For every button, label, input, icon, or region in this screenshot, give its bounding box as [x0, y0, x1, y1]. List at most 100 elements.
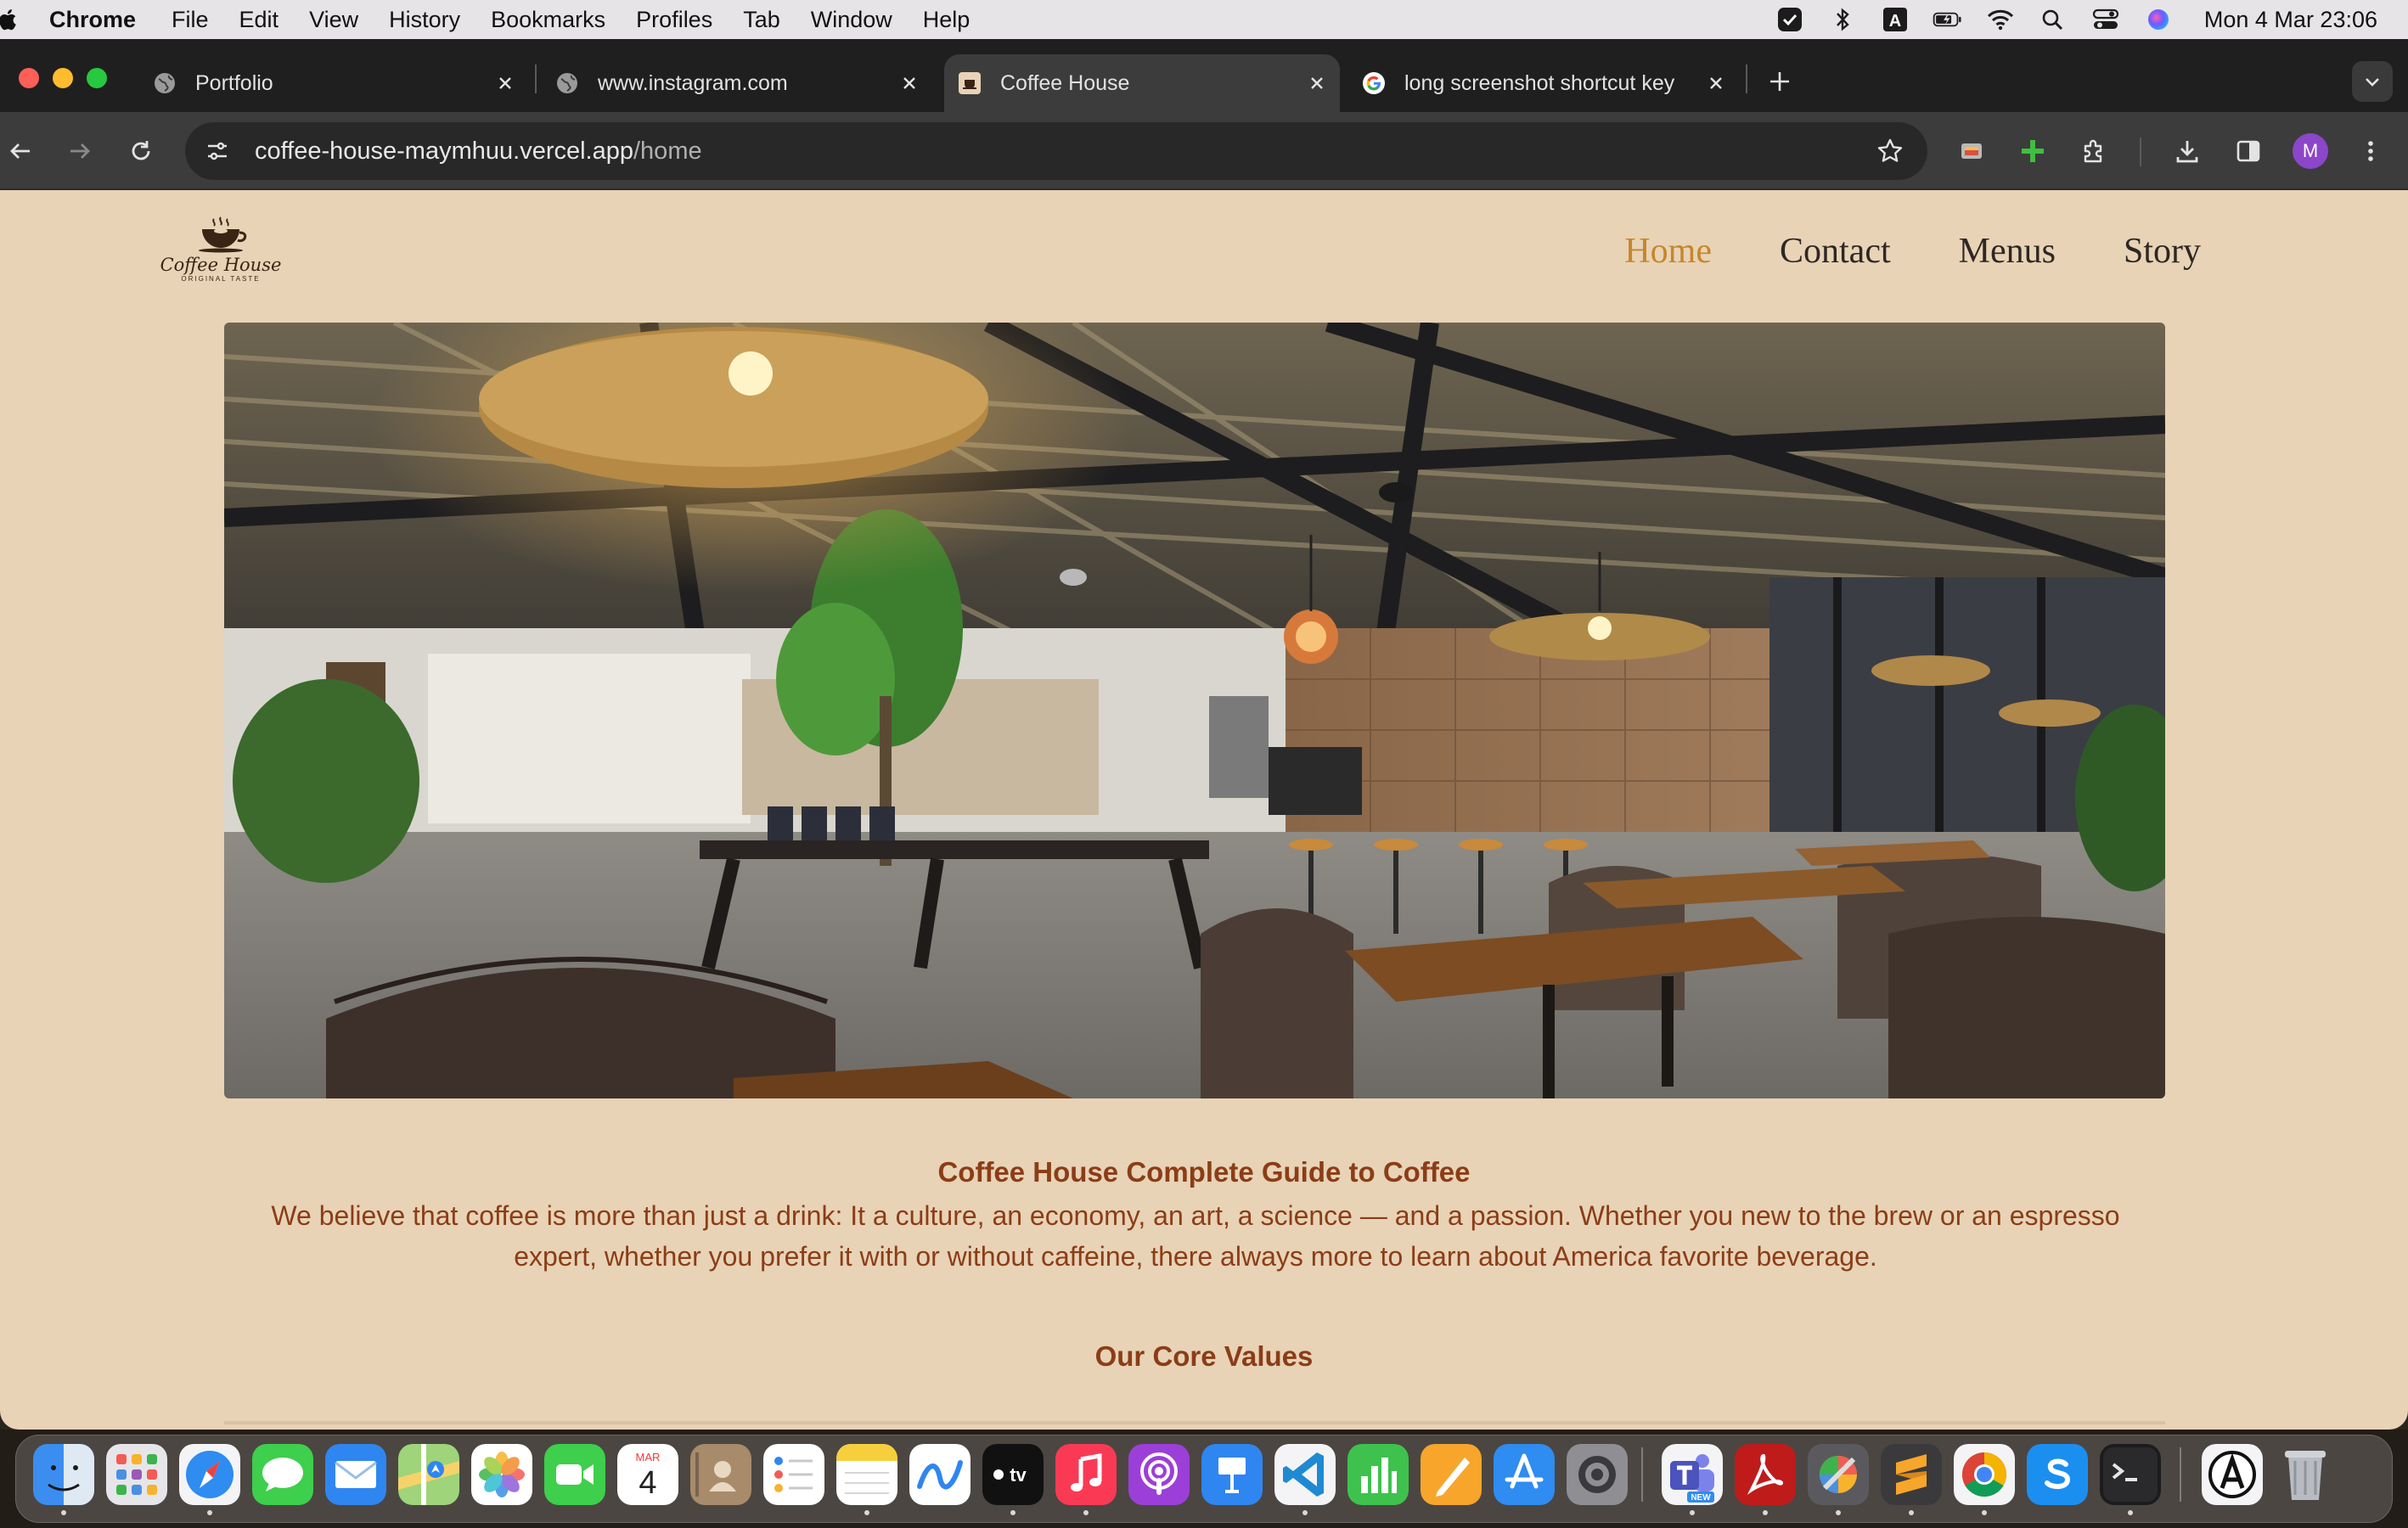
profile-avatar-button[interactable]: M: [2293, 133, 2328, 169]
coffee-shop-interior-photo: [224, 323, 2165, 1098]
dock-keynote[interactable]: [1201, 1444, 1263, 1505]
control-center-icon[interactable]: [2090, 6, 2121, 33]
dock-numbers[interactable]: [1347, 1444, 1409, 1505]
wifi-icon[interactable]: [1985, 6, 2016, 33]
address-bar[interactable]: coffee-house-maymhuu.vercel.app/home: [185, 122, 1927, 180]
tab-close-icon[interactable]: [492, 70, 518, 96]
dock-facetime[interactable]: [544, 1444, 605, 1505]
dock-contacts[interactable]: [690, 1444, 751, 1505]
dock-photos[interactable]: [471, 1444, 532, 1505]
dock-maps[interactable]: [398, 1444, 459, 1505]
control-center-check-icon[interactable]: [1775, 6, 1805, 33]
minimize-window-button[interactable]: [53, 68, 73, 88]
dock-reminders[interactable]: [763, 1444, 824, 1505]
dock-finder[interactable]: [33, 1444, 94, 1505]
url-host: coffee-house-maymhuu.vercel.app: [255, 137, 633, 165]
dock-acrobat[interactable]: [1735, 1444, 1796, 1505]
dock-terminal[interactable]: [2100, 1444, 2161, 1505]
tab-instagram[interactable]: www.instagram.com: [555, 54, 922, 112]
apple-menu-icon[interactable]: [0, 0, 17, 39]
running-indicator: [1302, 1510, 1308, 1515]
input-source-icon[interactable]: A: [1880, 6, 1910, 33]
dock-podcasts[interactable]: [1128, 1444, 1190, 1505]
menu-bar: Chrome File Edit View History Bookmarks …: [0, 0, 2408, 39]
tab-close-icon[interactable]: [897, 70, 922, 96]
dock-mail[interactable]: [325, 1444, 386, 1505]
dock-calendar[interactable]: MAR 4: [617, 1444, 678, 1505]
tab-portfolio[interactable]: Portfolio: [153, 54, 518, 112]
nav-home[interactable]: Home: [1624, 231, 1712, 272]
menu-file[interactable]: File: [172, 7, 209, 33]
dock: MAR 4 tv NEW: [15, 1435, 2393, 1523]
back-arrow-icon: [10, 143, 30, 159]
side-panel-button[interactable]: [2230, 132, 2267, 170]
extensions-button[interactable]: [2075, 132, 2113, 170]
dock-chrome[interactable]: [1954, 1444, 2015, 1505]
url-path: /home: [633, 137, 702, 165]
siri-icon[interactable]: [2143, 6, 2174, 33]
logo-wordmark: Coffee House: [160, 255, 282, 275]
dock-notes[interactable]: [836, 1444, 897, 1505]
globe-icon: [153, 71, 177, 95]
menu-help[interactable]: Help: [923, 7, 971, 33]
nav-contact[interactable]: Contact: [1780, 231, 1891, 272]
dock-vscode[interactable]: [1274, 1444, 1336, 1505]
new-tab-button[interactable]: [1763, 65, 1797, 98]
dock-system-settings[interactable]: [1567, 1444, 1628, 1505]
menu-tab[interactable]: Tab: [743, 7, 780, 33]
menu-bookmarks[interactable]: Bookmarks: [491, 7, 605, 33]
dock-launchpad[interactable]: [106, 1444, 167, 1505]
tab-coffee-house[interactable]: Coffee House: [944, 54, 1340, 112]
forward-button[interactable]: [61, 132, 98, 170]
spotlight-icon[interactable]: [2038, 6, 2068, 33]
nav-menus[interactable]: Menus: [1959, 231, 2056, 272]
downloads-button[interactable]: [2169, 132, 2206, 170]
bookmark-star-icon[interactable]: [1873, 134, 1907, 168]
tab-search-button[interactable]: [2352, 61, 2393, 102]
dock-app-store[interactable]: [1494, 1444, 1555, 1505]
menu-app-name[interactable]: Chrome: [49, 7, 136, 33]
finder-icon: [33, 1444, 94, 1505]
tab-title: Coffee House: [1000, 70, 1130, 95]
dock-music[interactable]: [1055, 1444, 1117, 1505]
menu-edit[interactable]: Edit: [239, 7, 279, 33]
close-window-button[interactable]: [19, 68, 39, 88]
battery-icon[interactable]: [1933, 6, 1963, 33]
svg-text:NEW: NEW: [1691, 1493, 1711, 1503]
dock-apple-tv[interactable]: tv: [982, 1444, 1044, 1505]
dock-pages[interactable]: [1421, 1444, 1482, 1505]
tab-close-icon[interactable]: [1703, 70, 1729, 96]
nav-story[interactable]: Story: [2124, 231, 2201, 272]
menu-view[interactable]: View: [309, 7, 358, 33]
back-button[interactable]: [2, 132, 39, 170]
chrome-menu-button[interactable]: [2352, 132, 2389, 170]
keynote-podium-icon: [1201, 1444, 1263, 1505]
svg-text:A: A: [1889, 12, 1901, 31]
dock-safari[interactable]: [179, 1444, 240, 1505]
toolbar-divider: [2140, 138, 2141, 166]
dock-colorsync[interactable]: [1808, 1444, 1869, 1505]
dock-sublime-text[interactable]: [1881, 1444, 1942, 1505]
dock-font-book[interactable]: [2202, 1444, 2263, 1505]
green-plus-extension-button[interactable]: [2014, 132, 2051, 170]
reminders-list-icon: [763, 1444, 824, 1505]
media-extension-button[interactable]: [1953, 132, 1990, 170]
menu-profiles[interactable]: Profiles: [636, 7, 712, 33]
dock-trash[interactable]: [2275, 1444, 2336, 1505]
reload-button[interactable]: [122, 132, 160, 170]
dock-messages[interactable]: [252, 1444, 313, 1505]
menu-window[interactable]: Window: [811, 7, 892, 33]
dock-skype[interactable]: [2027, 1444, 2088, 1505]
zoom-window-button[interactable]: [87, 68, 107, 88]
tab-google-search[interactable]: long screenshot shortcut key: [1362, 54, 1729, 112]
tab-close-icon[interactable]: [1304, 70, 1330, 96]
dock-freeform[interactable]: [909, 1444, 971, 1505]
dock-teams[interactable]: NEW: [1662, 1444, 1723, 1505]
menu-clock[interactable]: Mon 4 Mar 23:06: [2204, 7, 2377, 33]
cast-icon: [1961, 143, 1982, 159]
menu-history[interactable]: History: [389, 7, 460, 33]
running-indicator: [61, 1510, 66, 1515]
site-logo[interactable]: Coffee House ORIGINAL TASTE: [160, 216, 281, 304]
site-info-icon[interactable]: [200, 134, 234, 168]
bluetooth-icon[interactable]: [1827, 6, 1858, 33]
